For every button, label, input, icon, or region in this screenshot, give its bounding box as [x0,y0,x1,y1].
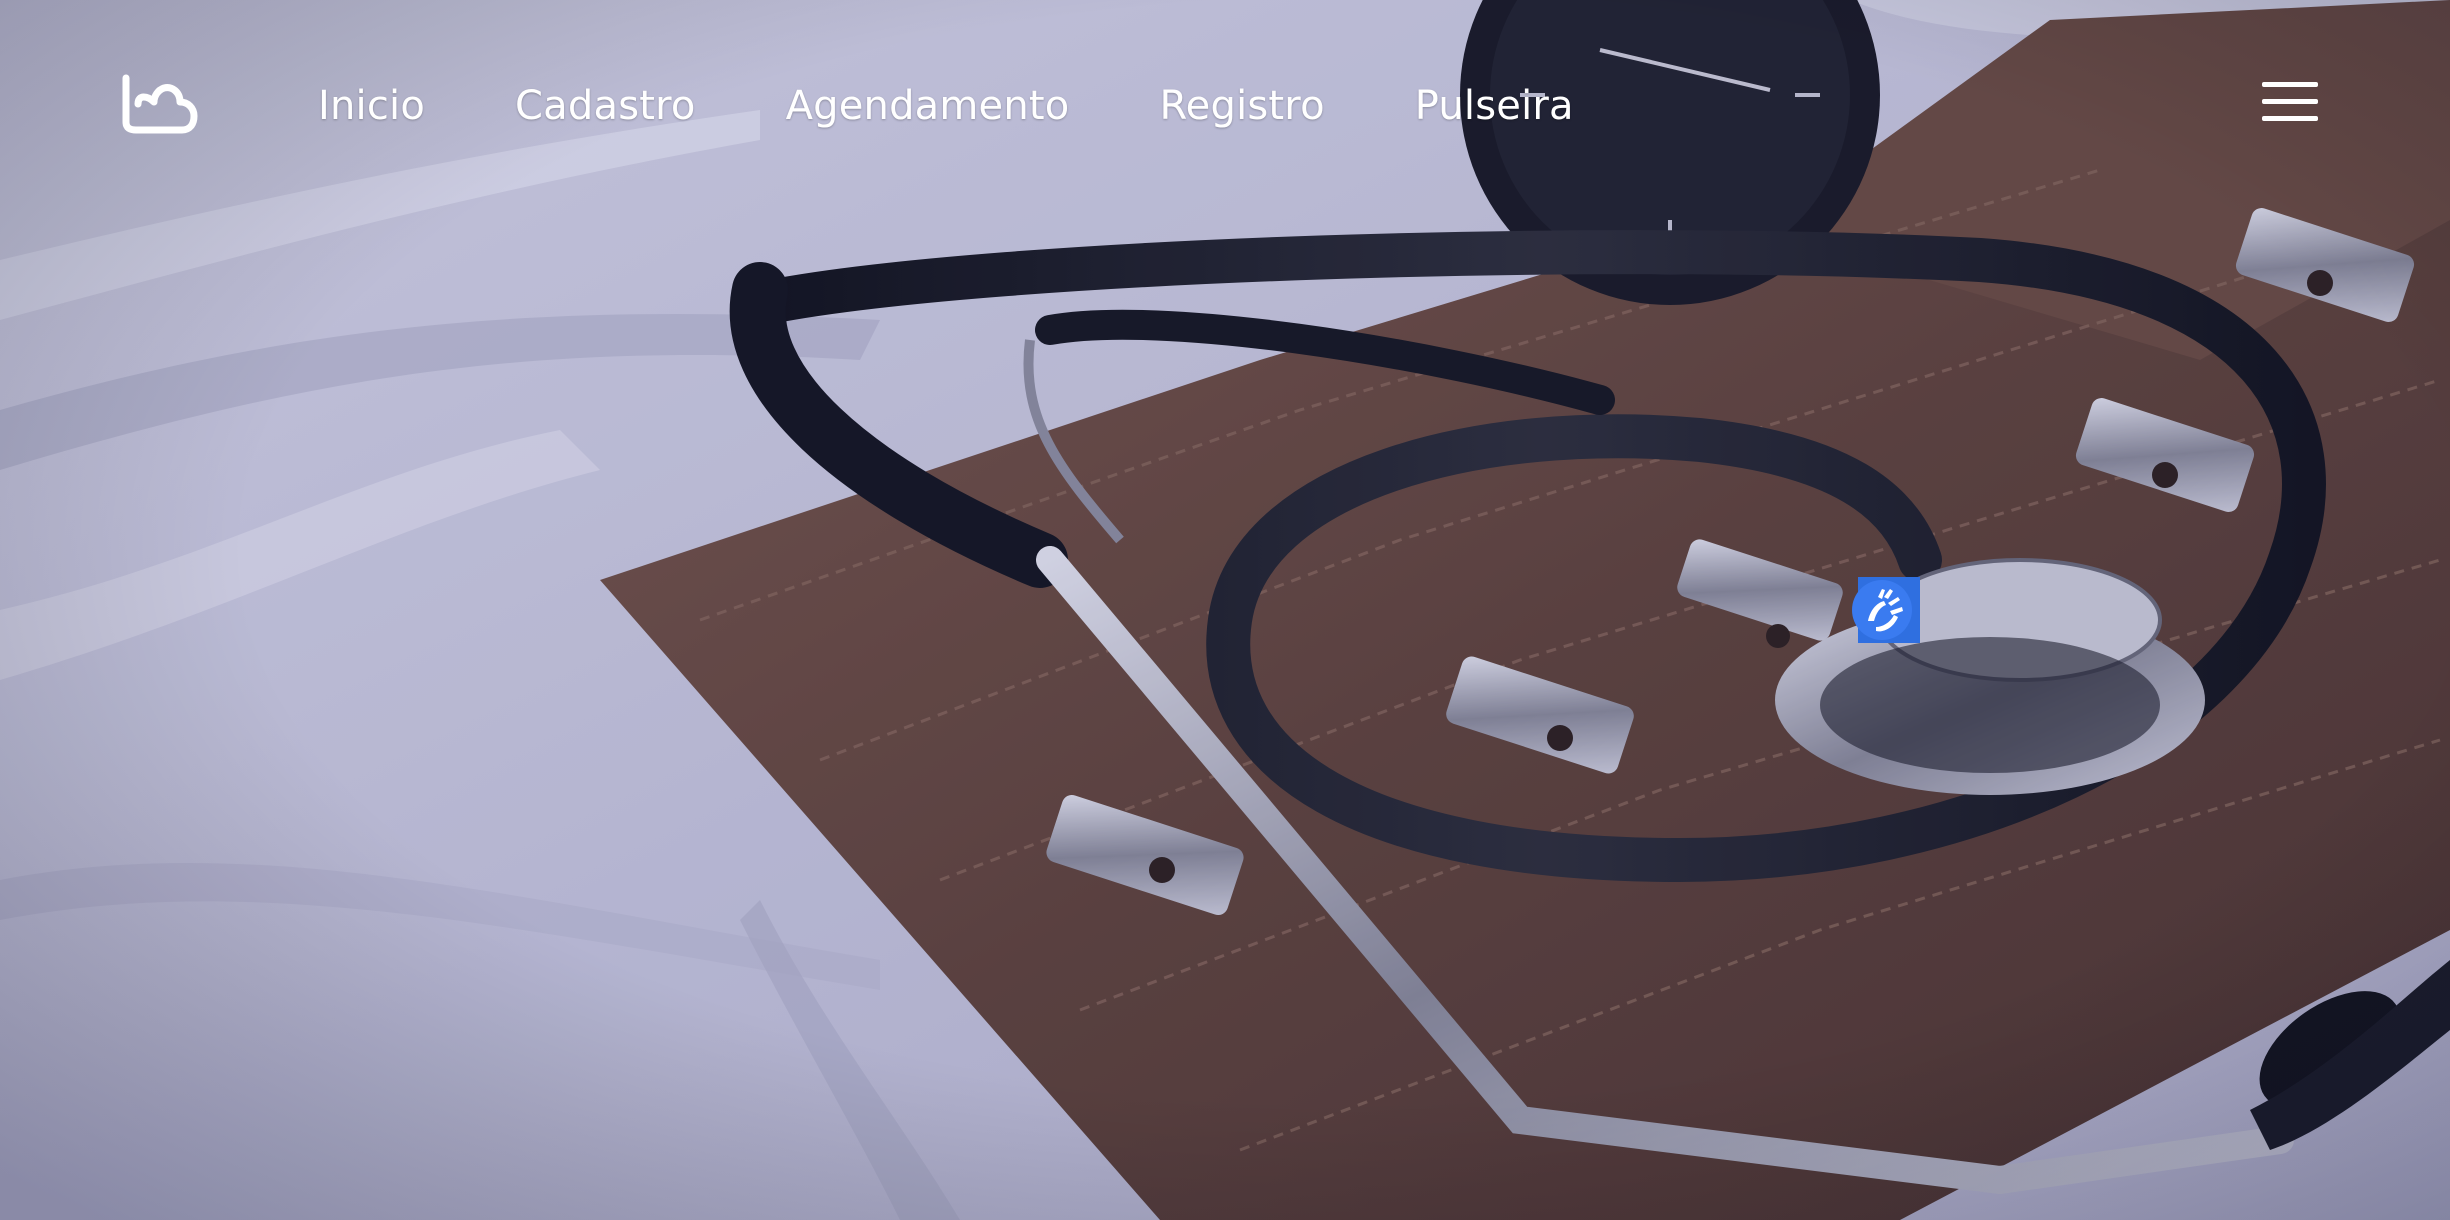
top-navigation-bar: Inicio Cadastro Agendamento Registro Pul… [0,0,2450,210]
main-nav: Inicio Cadastro Agendamento Registro Pul… [318,76,1664,136]
page: Inicio Cadastro Agendamento Registro Pul… [0,0,2450,1220]
nav-link-pulseira[interactable]: Pulseira [1415,78,1574,134]
hamburger-menu-icon[interactable] [2262,80,2318,124]
nav-link-registro[interactable]: Registro [1159,78,1324,134]
nav-link-agendamento[interactable]: Agendamento [786,78,1070,134]
nav-link-cadastro[interactable]: Cadastro [515,78,696,134]
nav-link-inicio[interactable]: Inicio [318,78,425,134]
heart-outline-logo[interactable] [118,70,200,136]
sign-language-hands-icon[interactable] [1852,577,1920,643]
